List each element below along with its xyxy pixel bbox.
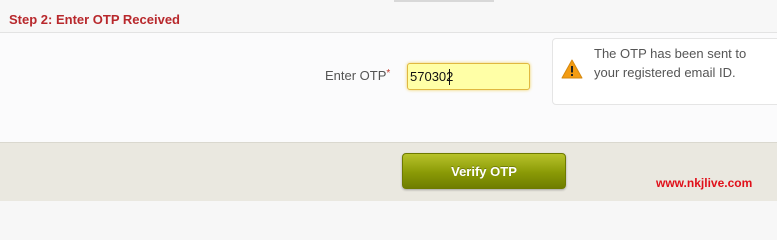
verify-otp-button[interactable]: Verify OTP xyxy=(402,153,566,189)
top-tab-edge xyxy=(394,0,494,2)
required-marker: * xyxy=(386,68,391,79)
otp-input[interactable] xyxy=(407,63,530,90)
otp-label-text: Enter OTP xyxy=(325,68,387,83)
action-bar xyxy=(0,142,777,201)
text-cursor xyxy=(449,69,450,85)
warning-icon xyxy=(561,59,583,79)
otp-label: Enter OTP* xyxy=(325,68,390,83)
step-title: Step 2: Enter OTP Received xyxy=(9,12,180,27)
otp-notice-text: The OTP has been sent to your registered… xyxy=(594,46,747,80)
watermark: www.nkjlive.com xyxy=(656,176,753,190)
